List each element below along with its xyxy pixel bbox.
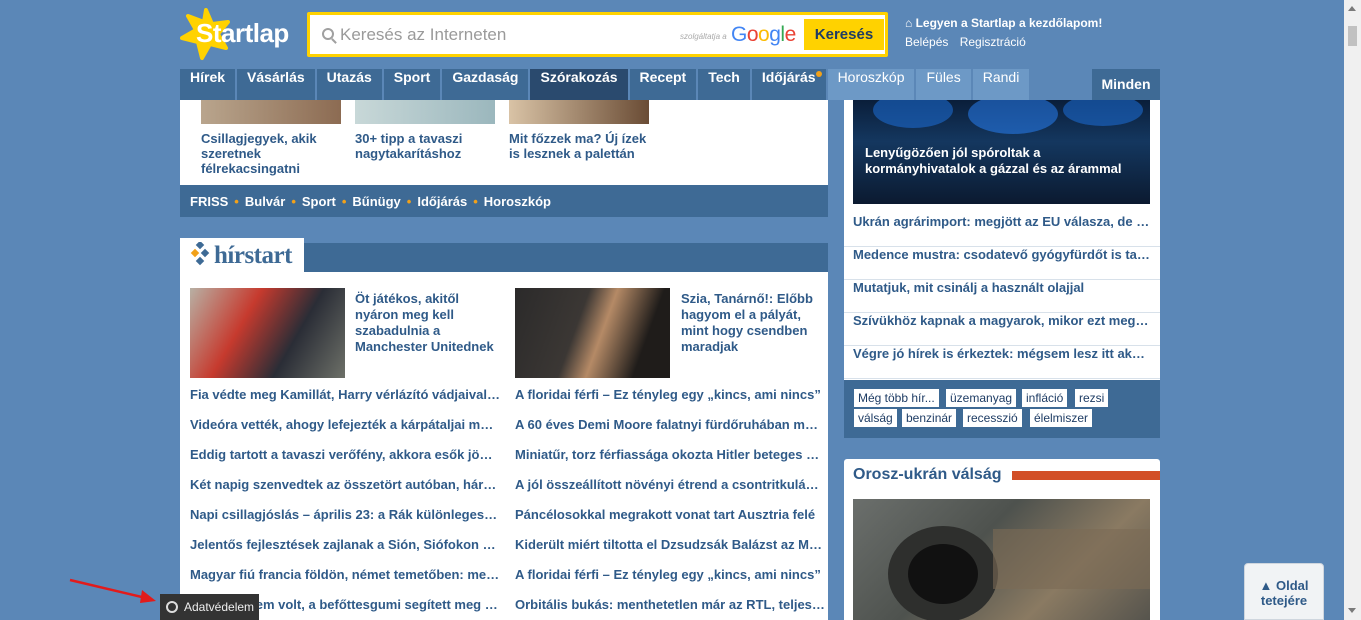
tab-recept[interactable]: Recept: [629, 69, 697, 100]
hirstart-panel: Öt játékos, akitől nyáron meg kell szaba…: [180, 272, 828, 620]
tab-utazas[interactable]: Utazás: [316, 69, 382, 100]
link-horoszkop[interactable]: Horoszkóp: [484, 194, 551, 209]
tab-randi[interactable]: Randi: [972, 69, 1030, 100]
featured-title[interactable]: Szia, Tanárnő!: Előbb hagyom el a pályát…: [681, 291, 821, 355]
news-item[interactable]: Végre jó hírek is érkeztek: mégsem lesz …: [844, 346, 1160, 379]
headline-link[interactable]: A floridai férfi – Ez tényleg egy „kincs…: [515, 567, 825, 585]
headline-link[interactable]: Magyar fiú francia földön, német temetőb…: [190, 567, 500, 585]
account-links: Belépés Regisztráció: [905, 35, 1034, 49]
card-title[interactable]: Mit főzzek ma? Új ízek is lesznek a pale…: [509, 131, 659, 161]
headline-link[interactable]: Videóra vették, ahogy lefejezték a kárpá…: [190, 417, 500, 435]
card-title[interactable]: 30+ tipp a tavaszi nagytakarításhoz: [355, 131, 495, 161]
startlap-logo[interactable]: Startlap: [178, 6, 298, 60]
tab-tech[interactable]: Tech: [698, 69, 750, 100]
card-image[interactable]: [355, 100, 495, 124]
headline-link[interactable]: Kiderült miért tiltotta el Dzsudzsák Bal…: [515, 537, 825, 555]
tag[interactable]: benzinár: [902, 409, 957, 427]
card-image[interactable]: [201, 100, 341, 124]
link-sport[interactable]: Sport: [302, 194, 336, 209]
headline-link[interactable]: A 60 éves Demi Moore falatnyi fürdőruháb…: [515, 417, 825, 435]
top-cards-panel: Csillagjegyek, akik szeretnek félrekacsi…: [180, 100, 828, 185]
tab-minden[interactable]: Minden: [1092, 69, 1160, 100]
login-link[interactable]: Belépés: [905, 35, 948, 49]
headline-link[interactable]: Fia védte meg Kamillát, Harry vérlázító …: [190, 387, 500, 405]
scroll-down-arrow-icon[interactable]: [1348, 608, 1356, 613]
tab-gazdasag[interactable]: Gazdaság: [442, 69, 529, 100]
search-icon: [322, 28, 334, 40]
orosz-ukran-panel: Orosz-ukrán válság: [844, 459, 1160, 620]
scroll-to-top-button[interactable]: ▲ Oldal tetejére: [1244, 563, 1324, 620]
link-bunugy[interactable]: Bűnügy: [352, 194, 400, 209]
featured-title[interactable]: Öt játékos, akitől nyáron meg kell szaba…: [355, 291, 500, 355]
link-bulvar[interactable]: Bulvár: [245, 194, 285, 209]
link-idojaras[interactable]: Időjárás: [417, 194, 467, 209]
hero-image[interactable]: Lenyűgözően jól spóroltak a kormányhivat…: [853, 100, 1150, 204]
gear-icon: [166, 601, 178, 613]
search-input[interactable]: [340, 23, 670, 47]
card-title[interactable]: Csillagjegyek, akik szeretnek félrekacsi…: [201, 131, 341, 176]
headline-link[interactable]: Napi csillagjóslás – április 23: a Rák k…: [190, 507, 500, 525]
news-item[interactable]: Mutatjuk, mit csinálj a használt olajjal: [844, 280, 1160, 313]
powered-by-text: szolgáltatja a: [680, 32, 727, 41]
home-icon: ⌂: [905, 16, 916, 30]
scroll-up-arrow-icon[interactable]: [1348, 6, 1356, 11]
tag-cloud: Még több hír... üzemanyag infláció rezsi…: [844, 380, 1160, 438]
hero-title: Lenyűgözően jól spóroltak a kormányhivat…: [865, 145, 1122, 176]
headline-link[interactable]: Jelentős fejlesztések zajlanak a Sión, S…: [190, 537, 500, 555]
news-item[interactable]: Szívükhöz kapnak a magyarok, mikor ezt m…: [844, 313, 1160, 346]
scrollbar-thumb[interactable]: [1348, 26, 1357, 46]
featured-image[interactable]: [515, 288, 670, 378]
news-item[interactable]: Ukrán agrárimport: megjött az EU válasza…: [844, 214, 1160, 247]
arrow-up-icon: ▲: [1259, 578, 1276, 593]
headline-link[interactable]: A jól összeállított növényi étrend a cso…: [515, 477, 825, 495]
headline-link[interactable]: Orbitális bukás: menthetetlen már az RTL…: [515, 597, 825, 615]
headline-link[interactable]: Eddig tartott a tavaszi verőfény, akkora…: [190, 447, 500, 465]
tag[interactable]: élelmiszer: [1030, 409, 1093, 427]
tank-image[interactable]: [853, 499, 1150, 620]
tag[interactable]: infláció: [1022, 389, 1068, 407]
google-logo: Google: [731, 23, 796, 46]
register-link[interactable]: Regisztráció: [960, 35, 1026, 49]
headline-link[interactable]: Miniatűr, torz férfiassága okozta Hitler…: [515, 447, 825, 465]
tab-sport[interactable]: Sport: [383, 69, 441, 100]
red-arrow-annotation: [69, 578, 156, 603]
tab-szorakozas[interactable]: Szórakozás: [530, 69, 628, 100]
tag[interactable]: üzemanyag: [946, 389, 1017, 407]
hirstart-logo[interactable]: hírstart: [180, 238, 304, 272]
page-scrollbar[interactable]: [1344, 0, 1361, 620]
headline-link[interactable]: Páncélosokkal megrakott vonat tart Auszt…: [515, 507, 825, 525]
hirstart-diamond-icon: [190, 242, 210, 266]
tag[interactable]: rezsi: [1075, 389, 1109, 407]
tab-horoszkop[interactable]: Horoszkóp: [827, 69, 915, 100]
tab-fules[interactable]: Füles: [916, 69, 971, 100]
section-accent-bar: [1012, 471, 1160, 480]
main-nav: Hírek Vásárlás Utazás Sport Gazdaság Szó…: [180, 69, 1031, 100]
privacy-settings-button[interactable]: Adatvédelem: [160, 594, 259, 620]
tab-vasarlas[interactable]: Vásárlás: [237, 69, 315, 100]
link-friss[interactable]: FRISS: [190, 194, 228, 209]
set-homepage-link[interactable]: ⌂ Legyen a Startlap a kezdőlapom!: [905, 16, 1102, 30]
tank-barrel-shape: [888, 526, 1150, 620]
tag[interactable]: recesszió: [963, 409, 1022, 427]
search-button[interactable]: Keresés: [804, 19, 884, 50]
tag-more-news[interactable]: Még több hír...: [854, 389, 939, 407]
card-image[interactable]: [509, 100, 649, 124]
tab-idojaras[interactable]: Időjárás: [751, 69, 826, 100]
featured-image[interactable]: [190, 288, 345, 378]
quick-links-bar: FRISS • Bulvár • Sport • Bűnügy • Időjárás • …: [180, 185, 828, 217]
new-dot-indicator: [815, 71, 822, 77]
tag[interactable]: válság: [854, 409, 897, 427]
section-title[interactable]: Orosz-ukrán válság: [853, 466, 1002, 484]
news-item[interactable]: Medence mustra: csodatevő gyógyfürdőt is…: [844, 247, 1160, 280]
search-box: szolgáltatja a Google Keresés: [307, 12, 888, 57]
headline-link[interactable]: Két napig szenvedtek az összetört autóba…: [190, 477, 500, 495]
tab-hirek[interactable]: Hírek: [180, 69, 236, 100]
logo-text: Startlap: [196, 18, 289, 48]
headline-link[interactable]: A floridai férfi – Ez tényleg egy „kincs…: [515, 387, 825, 405]
